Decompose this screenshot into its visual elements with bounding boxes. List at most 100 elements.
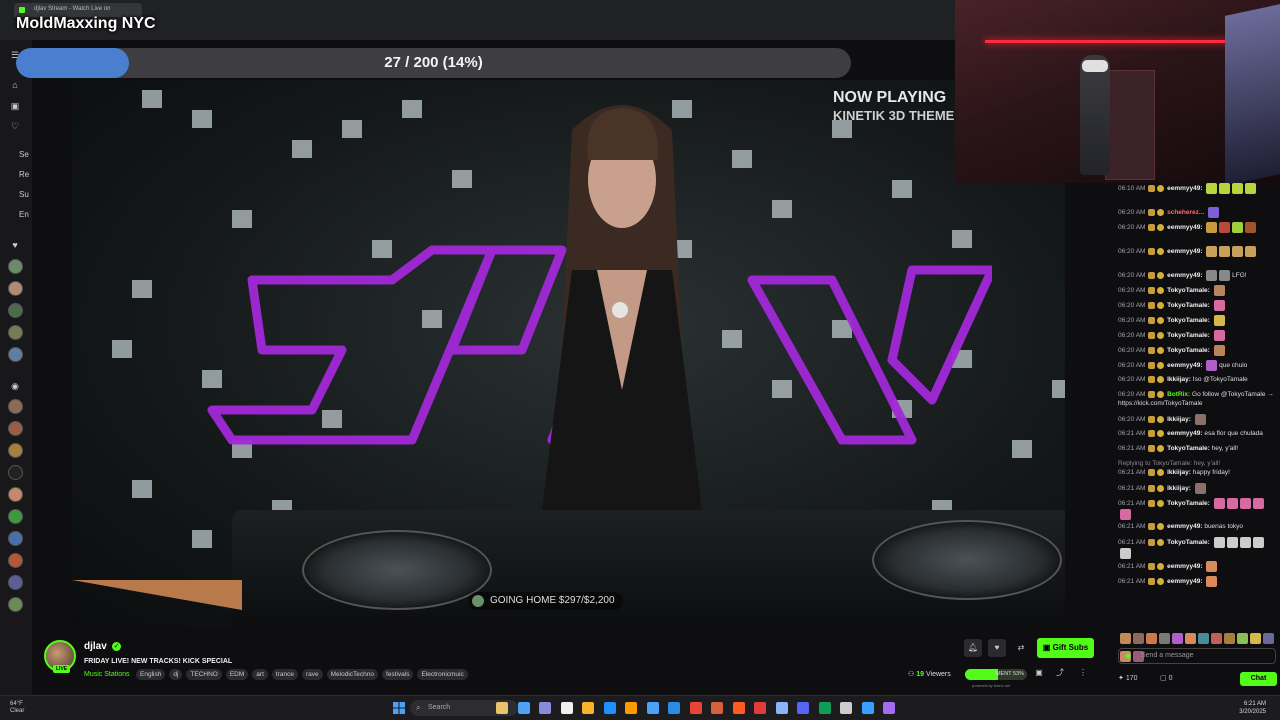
emote-icon[interactable] (1211, 633, 1222, 645)
taskbar-app-icon[interactable] (668, 702, 680, 714)
stream-tag[interactable]: MelodicTechno (326, 669, 378, 680)
stream-tag[interactable]: TECHNO (186, 669, 222, 680)
emote-icon[interactable] (1237, 633, 1248, 645)
stream-tag[interactable]: EDM (225, 669, 249, 680)
following-icon[interactable]: ♡ (10, 121, 20, 131)
stream-tag[interactable]: English (136, 669, 166, 680)
share-arrows-icon[interactable]: ⇄ (1012, 639, 1030, 657)
taskbar-app-icon[interactable] (840, 702, 852, 714)
taskbar-app-icon[interactable] (775, 702, 788, 714)
recommended-channel-avatar[interactable] (8, 421, 23, 436)
emote-icon[interactable] (1159, 633, 1170, 645)
taskbar-app-icon[interactable] (711, 702, 723, 714)
taskbar-app-icon[interactable] (689, 702, 702, 714)
followed-channel-avatar[interactable] (8, 259, 23, 274)
channel-points[interactable]: ✦ 170 (1118, 674, 1138, 682)
emote-icon[interactable] (1120, 633, 1131, 645)
stream-tag[interactable]: dj (169, 669, 183, 680)
chat-input[interactable]: ◆ Send a message (1118, 648, 1276, 664)
recommended-channel-avatar[interactable] (8, 465, 23, 480)
taskbar-app-icon[interactable] (754, 702, 766, 714)
chat-username[interactable]: eemmyy49: (1167, 272, 1202, 279)
recommended-channel-avatar[interactable] (8, 487, 23, 502)
stream-category[interactable]: Music Stations (84, 671, 130, 678)
taskbar-app-icon[interactable] (517, 702, 530, 714)
taskbar-app-icon[interactable] (496, 702, 508, 714)
stream-tag[interactable]: festivals (381, 669, 414, 680)
emote-icon[interactable] (1185, 633, 1196, 645)
weather-widget[interactable]: 64°F Clear (10, 701, 24, 715)
chat-username[interactable]: TokyoTamale: (1167, 445, 1210, 452)
notification-bell-icon[interactable]: 🔔︎ (964, 639, 982, 657)
followed-channel-avatar[interactable] (8, 347, 23, 362)
chat-username[interactable]: TokyoTamale: (1167, 302, 1210, 309)
chat-username[interactable]: TokyoTamale: (1167, 287, 1210, 294)
stream-tag[interactable]: trance (271, 669, 298, 680)
chat-username[interactable]: eemmyy49: (1167, 248, 1202, 255)
taskbar-app-icon[interactable] (560, 702, 573, 714)
chat-username[interactable]: lkkiijay: (1167, 469, 1191, 476)
chat-username[interactable]: TokyoTamale: (1167, 539, 1210, 546)
stream-tag[interactable]: art (252, 669, 268, 680)
browse-icon[interactable]: ▣ (10, 101, 20, 111)
emote-icon[interactable] (1172, 633, 1183, 645)
chat-send-button[interactable]: Chat (1240, 672, 1277, 686)
emote-icon[interactable] (1198, 633, 1209, 645)
chat-username[interactable]: eemmyy49: (1167, 578, 1202, 585)
emote-icon[interactable] (1250, 633, 1261, 645)
taskbar-app-icon[interactable] (646, 702, 659, 714)
chat-username[interactable]: eemmyy49: (1167, 523, 1202, 530)
recommended-channel-avatar[interactable] (8, 399, 23, 414)
recommended-channel-avatar[interactable] (8, 597, 23, 612)
video-player[interactable] (72, 80, 1065, 628)
chat-username[interactable]: TokyoTamale: (1167, 332, 1210, 339)
taskbar-app-icon[interactable] (625, 702, 637, 714)
channel-name[interactable]: djlav (84, 641, 107, 652)
taskbar-app-icon[interactable] (883, 702, 895, 714)
emote-bar[interactable] (1118, 630, 1278, 663)
followed-channel-avatar[interactable] (8, 325, 23, 340)
home-icon[interactable]: ⌂ (10, 80, 20, 90)
taskbar-app-icon[interactable] (582, 702, 594, 714)
gift-subs-button[interactable]: ▣ Gift Subs (1037, 638, 1094, 658)
windows-start-icon[interactable] (393, 702, 405, 714)
chat-username[interactable]: eemmyy49: (1167, 430, 1202, 437)
taskbar-app-icon[interactable] (732, 702, 745, 714)
chat-username[interactable]: eemmyy49: (1167, 362, 1202, 369)
taskbar-app-icon[interactable] (818, 702, 831, 714)
chat-username[interactable]: BotRix: (1167, 391, 1190, 398)
chat-username[interactable]: eemmyy49: (1167, 563, 1202, 570)
share-icon[interactable]: ⤴ (1053, 666, 1067, 680)
chat-username[interactable]: eemmyy49: (1167, 224, 1202, 231)
chat-username[interactable]: TokyoTamale: (1167, 347, 1210, 354)
sidebar-item-2[interactable]: Su (19, 190, 29, 199)
stream-tag[interactable]: Electronicmuic (417, 669, 468, 680)
chat-username[interactable]: lkkiijay: (1167, 376, 1191, 383)
chat-username[interactable]: TokyoTamale: (1167, 317, 1210, 324)
system-clock[interactable]: 6:21 AM 3/20/2025 (1230, 700, 1266, 716)
chat-username[interactable]: eemmyy49: (1167, 185, 1202, 192)
followed-channel-avatar[interactable] (8, 281, 23, 296)
recommended-channel-avatar[interactable] (8, 509, 23, 524)
chat-username[interactable]: lkkiijay: (1167, 485, 1191, 492)
followed-channel-avatar[interactable] (8, 303, 23, 318)
recommended-channel-avatar[interactable] (8, 531, 23, 546)
warning-icon[interactable] (1078, 666, 1092, 680)
taskbar-app-icon[interactable] (797, 702, 809, 714)
emote-icon[interactable] (1263, 633, 1274, 645)
chat-username[interactable]: scheherez... (1167, 209, 1204, 216)
chat-username[interactable]: lkkiijay: (1167, 416, 1191, 423)
taskbar-app-icon[interactable] (539, 702, 551, 714)
emote-icon[interactable] (1224, 633, 1235, 645)
stream-tag[interactable]: rave (301, 669, 323, 680)
taskbar-app-icon[interactable] (861, 702, 874, 714)
emote-icon[interactable] (1133, 633, 1144, 645)
emote-icon[interactable] (1146, 633, 1157, 645)
recommended-channel-avatar[interactable] (8, 553, 23, 568)
taskbar-app-icon[interactable] (603, 702, 616, 714)
follow-heart-icon[interactable]: ♥ (988, 639, 1006, 657)
recommended-channel-avatar[interactable] (8, 575, 23, 590)
recommended-channel-avatar[interactable] (8, 443, 23, 458)
sidebar-item-3[interactable]: En (19, 210, 29, 219)
sidebar-item-1[interactable]: Re (19, 170, 29, 179)
